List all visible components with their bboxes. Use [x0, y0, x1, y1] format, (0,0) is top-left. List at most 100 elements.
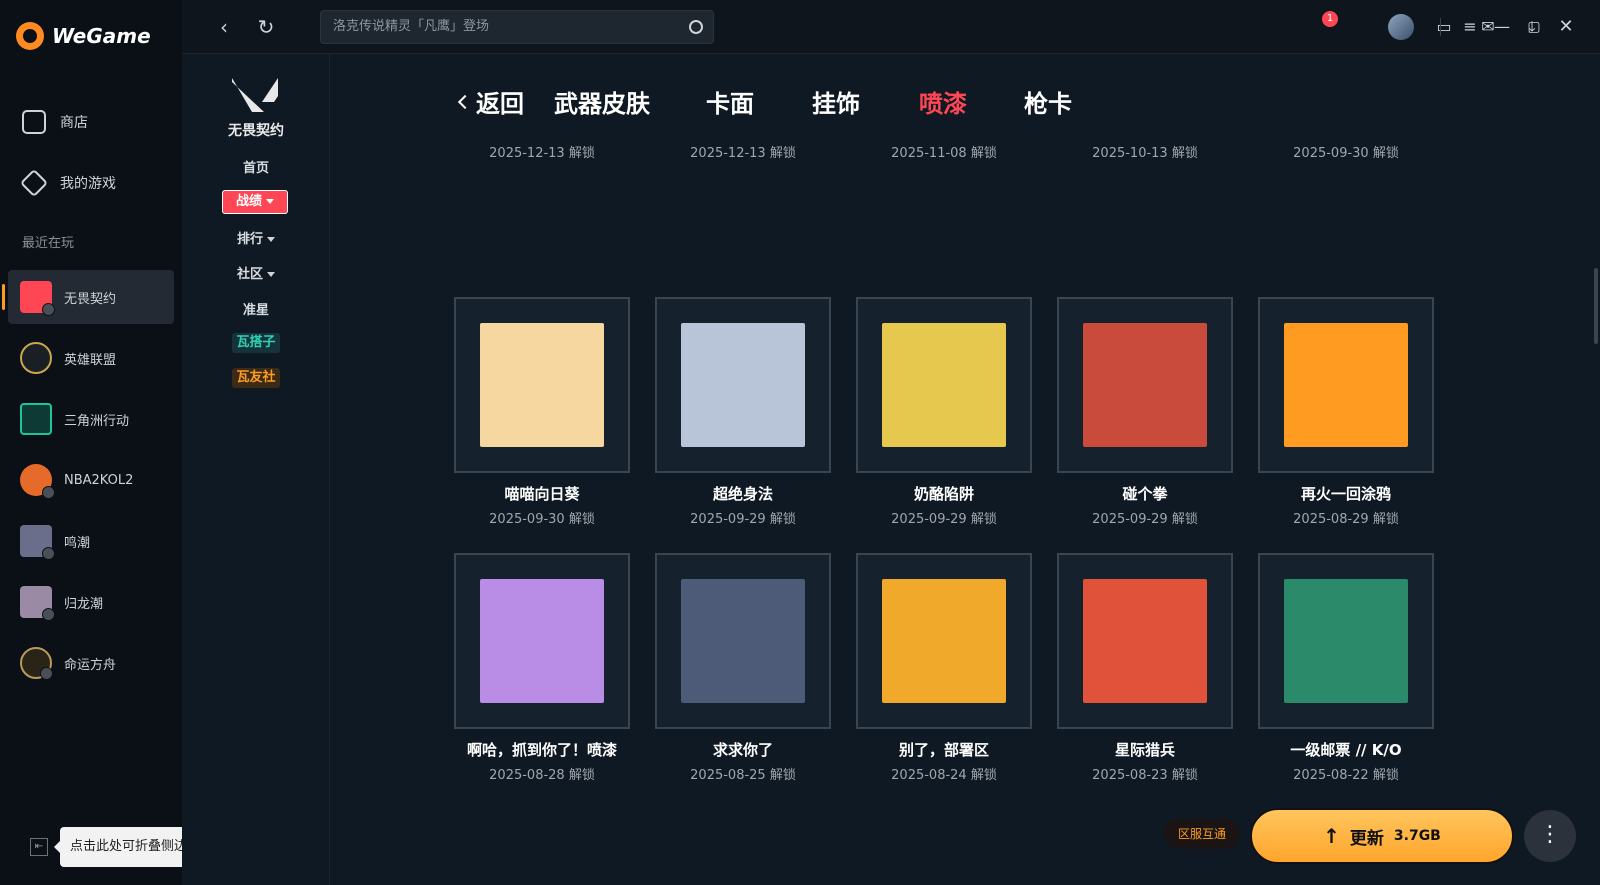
chevron-down-icon [267, 272, 275, 277]
arrow-up-icon: ↑ [1323, 824, 1340, 848]
update-size: 3.7GB [1393, 828, 1441, 844]
spray-card[interactable] [655, 553, 831, 729]
spray-unlock-date: 2025-08-29 解锁 [1293, 512, 1399, 527]
spray-unlock-date: 2025-08-22 解锁 [1293, 768, 1399, 783]
subnav-stats-label: 战绩 [235, 194, 262, 209]
subnav-rank[interactable]: 排行 [182, 228, 330, 247]
more-options-button[interactable]: ⋮ [1524, 810, 1576, 862]
store-icon [22, 110, 46, 134]
spray-name: 超绝身法 [712, 485, 773, 503]
wegame-logo[interactable]: WeGame [16, 22, 151, 50]
spray-name: 求求你了 [712, 741, 773, 759]
recent-game-lol[interactable]: 英雄联盟 [8, 331, 174, 385]
chat-icon[interactable]: ▭ [1432, 15, 1456, 39]
scrollbar[interactable] [1594, 268, 1598, 344]
spray-unlock-date: 2025-09-30 解锁 [489, 512, 595, 527]
minimize-icon[interactable]: — [1490, 15, 1514, 39]
valorant-icon [20, 281, 55, 316]
tab-cards[interactable]: 卡面 [706, 84, 754, 119]
spray-unlock-date: 2025-09-29 解锁 [1092, 512, 1198, 527]
mail-badge: 1 [1322, 11, 1338, 27]
collapse-sidebar-icon[interactable]: ⇤ [30, 838, 48, 856]
spray-image [1083, 579, 1207, 703]
sidebar-item-label: 我的游戏 [60, 176, 116, 192]
update-label: 更新 [1349, 828, 1384, 849]
wa-club-button[interactable]: 瓦友社 [232, 368, 280, 388]
sidebar-item-store[interactable]: 商店 [22, 110, 88, 134]
menu-icon[interactable]: ≡ [1458, 15, 1482, 39]
sidebar-item-label: 商店 [60, 115, 88, 131]
subnav-community[interactable]: 社区 [182, 263, 330, 282]
recent-game-guilongchao[interactable]: 归龙潮 [8, 575, 174, 629]
tab-gun-cards[interactable]: 枪卡 [1024, 84, 1072, 119]
spray-card[interactable] [454, 553, 630, 729]
spray-card[interactable] [1057, 553, 1233, 729]
spray-card[interactable] [856, 553, 1032, 729]
wa-tag-button[interactable]: 瓦搭子 [232, 333, 280, 353]
game-label: 无畏契约 [64, 291, 117, 307]
spray-image [480, 323, 604, 447]
avatar[interactable] [1388, 14, 1414, 40]
maximize-icon[interactable]: ▢ [1522, 15, 1546, 39]
sidebar-item-my-games[interactable]: 我的游戏 [19, 168, 116, 198]
tab-charms[interactable]: 挂饰 [812, 84, 860, 119]
recent-game-valorant[interactable]: 无畏契约 [2, 270, 174, 324]
search-input[interactable]: 洛克传说精灵「凡鹰」登场 [320, 10, 714, 44]
spray-name: 喵喵向日葵 [504, 485, 580, 503]
my-games-icon [19, 168, 49, 198]
chevron-left-icon [457, 94, 473, 109]
top-bar: ‹ ↻ 洛克传说精灵「凡鹰」登场 ▭ ✉ 1 ⤓ ≡ — ▢ ✕ [182, 0, 1600, 54]
chevron-down-icon [267, 237, 275, 242]
refresh-icon[interactable]: ↻ [254, 15, 278, 39]
spray-unlock-date: 2025-11-08 解锁 [891, 146, 997, 161]
search-placeholder: 洛克传说精灵「凡鹰」登场 [333, 19, 490, 34]
spray-card[interactable] [655, 297, 831, 473]
spray-image [1284, 579, 1408, 703]
update-button[interactable]: ↑ 更新 3.7GB [1250, 808, 1514, 864]
region-interop-button[interactable]: 区服互通 [1164, 819, 1240, 849]
spray-unlock-date: 2025-08-23 解锁 [1092, 768, 1198, 783]
spray-unlock-date: 2025-12-13 解锁 [690, 146, 796, 161]
spray-image [882, 323, 1006, 447]
subnav-rank-label: 排行 [236, 232, 263, 247]
guilongchao-icon [20, 586, 55, 621]
collection-content: 返回 武器皮肤 卡面 挂饰 喷漆 枪卡 身负重任2025-12-13 解锁高歌一… [330, 54, 1600, 885]
spray-card[interactable] [1057, 297, 1233, 473]
spray-name: 一级邮票 // K/O [1290, 741, 1402, 759]
tab-sprays[interactable]: 喷漆 [919, 84, 967, 119]
spray-image [1284, 323, 1408, 447]
recent-games-title: 最近在玩 [22, 236, 75, 251]
spray-unlock-date: 2025-09-29 解锁 [891, 512, 997, 527]
back-button[interactable]: 返回 [457, 84, 524, 119]
recent-game-lost-ark[interactable]: 命运方舟 [8, 636, 174, 690]
spray-card[interactable] [454, 297, 630, 473]
spray-card[interactable] [1258, 553, 1434, 729]
wegame-window: WeGame 商店 我的游戏 最近在玩 无畏契约 英雄联盟 三角洲行动 NBA2… [0, 0, 1600, 885]
spray-image [681, 323, 805, 447]
wuthering-waves-icon [20, 525, 55, 560]
download-badge-icon [42, 547, 55, 560]
spray-unlock-date: 2025-10-13 解锁 [1092, 146, 1198, 161]
recent-game-nba2kol2[interactable]: NBA2KOL2 [8, 453, 174, 507]
wegame-logo-icon [16, 22, 44, 50]
spray-image [681, 579, 805, 703]
spray-unlock-date: 2025-08-25 解锁 [690, 768, 796, 783]
close-icon[interactable]: ✕ [1554, 15, 1578, 39]
tab-weapon-skins[interactable]: 武器皮肤 [554, 84, 650, 119]
spray-card[interactable] [856, 297, 1032, 473]
delta-force-icon [20, 403, 52, 435]
back-nav-icon[interactable]: ‹ [212, 15, 236, 39]
search-icon[interactable] [689, 20, 703, 34]
subnav-crosshair[interactable]: 准星 [182, 299, 330, 318]
chevron-down-icon [266, 199, 274, 204]
recent-game-delta-force[interactable]: 三角洲行动 [8, 392, 174, 446]
game-label: 三角洲行动 [64, 413, 130, 429]
recent-game-wuthering-waves[interactable]: 鸣潮 [8, 514, 174, 568]
subnav-home[interactable]: 首页 [182, 157, 330, 176]
spray-name: 别了，部署区 [898, 741, 989, 759]
game-label: 归龙潮 [64, 596, 104, 612]
spray-card[interactable] [1258, 297, 1434, 473]
spray-image [882, 579, 1006, 703]
subnav-stats[interactable]: 战绩 [222, 190, 288, 214]
download-badge-icon [42, 608, 55, 621]
